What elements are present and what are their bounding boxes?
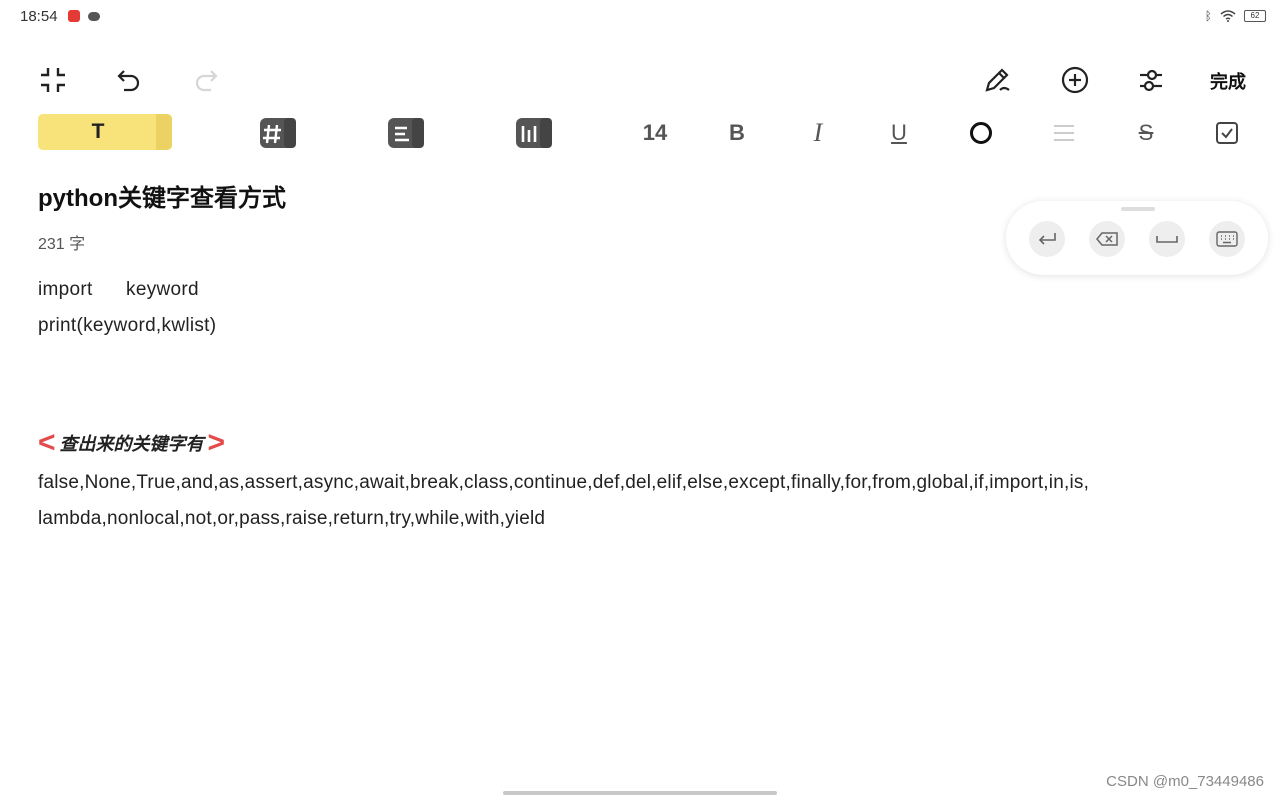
watermark: CSDN @m0_73449486 (1106, 773, 1264, 790)
app-notification-icon (68, 10, 80, 22)
heading-style-button[interactable] (258, 114, 298, 152)
bold-button[interactable]: B (723, 114, 751, 152)
wifi-icon (1220, 10, 1236, 22)
text-color-button[interactable] (968, 114, 994, 152)
italic-button[interactable]: I (806, 114, 830, 152)
checkbox-icon (1216, 122, 1238, 144)
section-heading[interactable]: < 查出来的关键字有 > (38, 428, 225, 458)
hashtag-block-icon (260, 118, 296, 148)
collapse-icon[interactable] (35, 62, 71, 98)
done-button[interactable]: 完成 (1210, 68, 1246, 94)
bluetooth-icon: ᛒ (1204, 9, 1212, 23)
keyboard-icon (1216, 231, 1238, 247)
code-line[interactable]: print(keyword,kwlist) (38, 315, 216, 337)
backspace-icon (1096, 232, 1118, 246)
backspace-key[interactable] (1089, 221, 1125, 257)
list-style-button[interactable] (386, 114, 426, 152)
right-chevron-icon: > (207, 426, 226, 459)
keyword-line[interactable]: lambda,nonlocal,not,or,pass,raise,return… (38, 508, 545, 530)
align-lines-icon (1054, 125, 1074, 141)
align-button[interactable] (1052, 114, 1076, 152)
space-key[interactable] (1149, 221, 1185, 257)
status-time: 18:54 (20, 8, 58, 25)
home-indicator[interactable] (503, 791, 777, 795)
text-style-button[interactable]: T (38, 114, 172, 150)
add-icon[interactable] (1057, 62, 1093, 98)
underline-button[interactable]: U (887, 114, 911, 152)
strikethrough-button[interactable]: S (1133, 114, 1159, 152)
document-title[interactable]: python关键字查看方式 (38, 178, 286, 213)
handwriting-icon[interactable] (980, 62, 1016, 98)
keyboard-toggle-key[interactable] (1209, 221, 1245, 257)
status-right-group: ᛒ 62 (1205, 9, 1266, 23)
settings-icon[interactable] (1133, 62, 1169, 98)
left-chevron-icon: < (38, 426, 56, 459)
font-size-button[interactable]: 14 (640, 114, 670, 152)
text-style-label: T (91, 120, 105, 143)
section-heading-text: 查出来的关键字有 (59, 434, 204, 454)
layout-block-icon (516, 118, 552, 148)
checklist-button[interactable] (1214, 114, 1240, 152)
battery-icon: 62 (1244, 10, 1266, 22)
enter-icon (1038, 233, 1056, 245)
code-line[interactable]: import keyword (38, 279, 199, 301)
paragraph-block-icon (388, 118, 424, 148)
keyword-line[interactable]: false,None,True,and,as,assert,async,awai… (38, 472, 1089, 494)
space-icon (1156, 236, 1178, 243)
layout-style-button[interactable] (514, 114, 554, 152)
word-count: 231 字 (38, 236, 86, 253)
drag-handle[interactable] (1121, 207, 1155, 211)
enter-key[interactable] (1029, 221, 1065, 257)
undo-icon[interactable] (111, 62, 147, 98)
color-circle-icon (970, 122, 992, 144)
floating-keyboard-panel[interactable] (1006, 201, 1268, 275)
wechat-icon (88, 12, 100, 21)
redo-icon[interactable] (188, 62, 224, 98)
